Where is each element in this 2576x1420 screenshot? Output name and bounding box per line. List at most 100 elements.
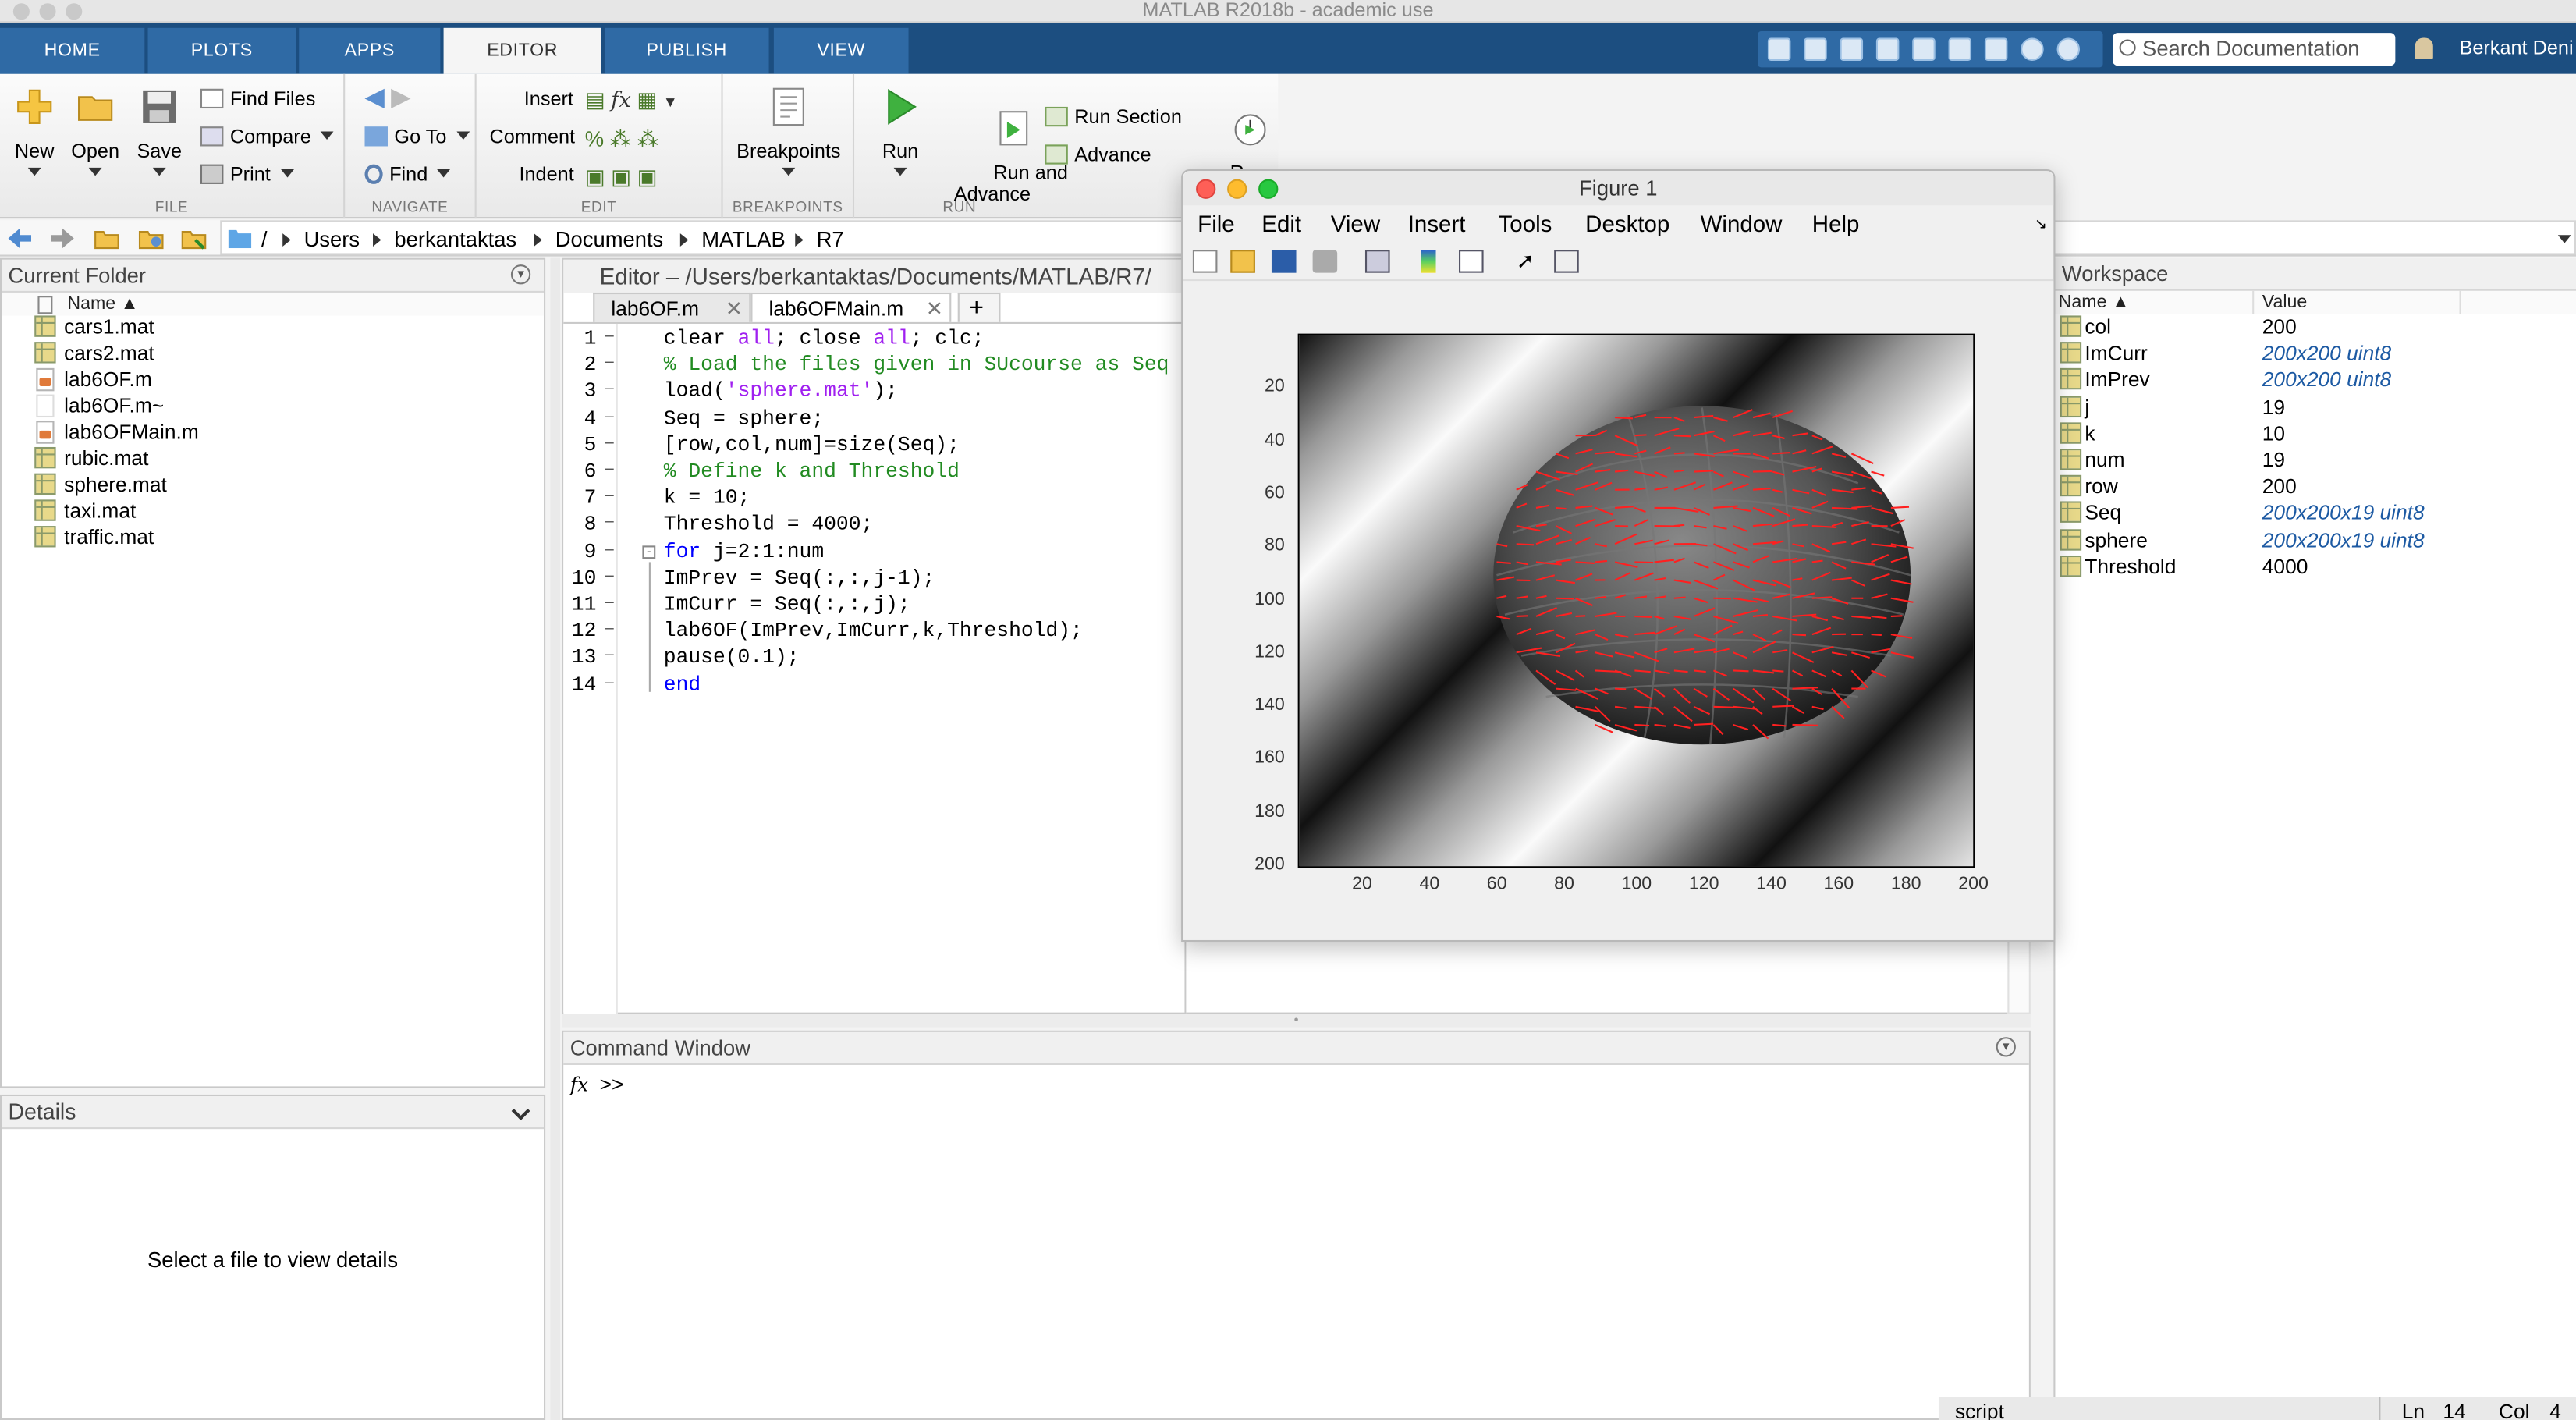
path-field[interactable]: / Users berkantaktas Documents MATLAB R7: [220, 220, 1183, 255]
list-item[interactable]: traffic.mat: [34, 524, 154, 551]
close-tab-icon[interactable]: ✕: [726, 294, 743, 324]
value-column-header[interactable]: Value: [2262, 291, 2308, 314]
breakpoint-marker[interactable]: –: [605, 487, 614, 505]
new-figure-icon[interactable]: [1192, 250, 1218, 273]
path-dropdown-icon[interactable]: [2557, 235, 2571, 243]
forward-icon[interactable]: [49, 227, 76, 250]
breakpoint-marker[interactable]: –: [605, 593, 614, 611]
breakpoint-marker[interactable]: –: [605, 620, 614, 638]
code-line[interactable]: ImPrev = Seq(:,:,j-1);: [664, 565, 935, 591]
save-figure-icon[interactable]: [1271, 250, 1297, 273]
path-r7[interactable]: R7: [817, 227, 844, 254]
workspace-variable-row[interactable]: Seq 200x200x19 uint8: [2055, 500, 2576, 527]
property-inspector-icon[interactable]: [1554, 250, 1579, 273]
menu-desktop[interactable]: Desktop: [1585, 205, 1669, 241]
tab-publish[interactable]: PUBLISH: [604, 27, 769, 74]
editor-splitter[interactable]: •: [562, 1014, 2031, 1028]
tab-apps[interactable]: APPS: [299, 27, 441, 74]
workspace-variable-row[interactable]: k 10: [2055, 421, 2576, 447]
indent-button[interactable]: Indent: [519, 161, 573, 187]
menu-view[interactable]: View: [1331, 205, 1380, 241]
details-title[interactable]: Details: [2, 1096, 545, 1130]
panel-actions-icon[interactable]: ▾: [510, 264, 531, 285]
insert-button[interactable]: Insert: [524, 86, 573, 112]
breakpoint-marker[interactable]: –: [605, 460, 614, 478]
code-line[interactable]: clear all; close all; clc;: [664, 325, 985, 352]
open-button[interactable]: Open: [66, 87, 125, 176]
code-line[interactable]: Threshold = 4000;: [664, 512, 874, 538]
open-file-icon[interactable]: [1230, 250, 1255, 273]
save-button[interactable]: Save: [131, 87, 187, 176]
link-plot-icon[interactable]: [1364, 250, 1390, 273]
code-fold-icon[interactable]: -: [642, 544, 656, 559]
menu-tools[interactable]: Tools: [1499, 205, 1552, 241]
edit-plot-pointer-icon[interactable]: ➚: [1517, 249, 1542, 272]
path-documents[interactable]: Documents: [555, 227, 663, 254]
menu-help[interactable]: Help: [1812, 205, 1860, 241]
breakpoint-marker[interactable]: –: [605, 540, 614, 558]
path-field-extension[interactable]: [2053, 220, 2576, 255]
list-item[interactable]: lab6OFMain.m: [36, 419, 199, 446]
menu-file[interactable]: File: [1198, 205, 1235, 241]
redo-icon[interactable]: [1948, 37, 1972, 61]
list-item[interactable]: cars2.mat: [34, 340, 154, 367]
paste-icon[interactable]: [1875, 37, 1900, 61]
run-section-button[interactable]: Run Section: [1045, 104, 1182, 130]
close-figure-icon[interactable]: [1196, 179, 1216, 199]
print-button[interactable]: Print: [200, 161, 294, 187]
list-item[interactable]: taxi.mat: [34, 498, 136, 524]
menu-insert[interactable]: Insert: [1408, 205, 1466, 241]
workspace-variable-row[interactable]: ImPrev 200x200 uint8: [2055, 367, 2576, 394]
breakpoint-marker[interactable]: –: [605, 353, 614, 371]
add-tab-button[interactable]: +: [957, 292, 1001, 322]
list-item[interactable]: sphere.mat: [34, 472, 167, 499]
find-files-button[interactable]: Find Files: [200, 86, 315, 112]
path-users[interactable]: Users: [304, 227, 360, 254]
cut-icon[interactable]: [1804, 37, 1827, 61]
command-input-area[interactable]: fx >>: [563, 1064, 2029, 1418]
breakpoint-marker[interactable]: –: [605, 673, 614, 691]
menu-window[interactable]: Window: [1701, 205, 1783, 241]
breakpoint-marker[interactable]: –: [605, 513, 614, 531]
options-icon[interactable]: [2056, 37, 2081, 61]
workspace-variable-row[interactable]: col 200: [2055, 314, 2576, 340]
code-line[interactable]: for j=2:1:num: [664, 538, 824, 565]
workspace-variable-row[interactable]: j 19: [2055, 394, 2576, 421]
code-line[interactable]: lab6OF(ImPrev,ImCurr,k,Threshold);: [664, 618, 1083, 644]
indent-icons[interactable]: ▣ ▣ ▣: [585, 165, 678, 191]
find-folder-icon[interactable]: [181, 225, 208, 250]
tab-plots[interactable]: PLOTS: [147, 27, 296, 74]
breakpoint-marker[interactable]: –: [605, 407, 614, 425]
workspace-variable-row[interactable]: row 200: [2055, 474, 2576, 500]
list-item[interactable]: cars1.mat: [34, 314, 154, 340]
back-forward-buttons[interactable]: [364, 86, 417, 112]
minimize-figure-icon[interactable]: [1227, 179, 1247, 199]
switch-windows-icon[interactable]: [1984, 37, 2008, 61]
menu-edit[interactable]: Edit: [1261, 205, 1301, 241]
code-line[interactable]: Seq = sphere;: [664, 405, 824, 431]
copy-icon[interactable]: [1840, 37, 1864, 61]
back-icon[interactable]: [6, 227, 33, 250]
list-item[interactable]: rubic.mat: [34, 446, 148, 472]
list-item[interactable]: lab6OF.m: [36, 367, 152, 393]
breakpoint-marker[interactable]: –: [605, 327, 614, 345]
code-area[interactable]: 1– clear all; close all; clc; 2–% Load the…: [563, 321, 1185, 1014]
tab-lab6of-m[interactable]: lab6OF.m ✕: [593, 292, 751, 324]
folder-column-header[interactable]: Name ▲: [2, 292, 545, 316]
code-line[interactable]: % Load the files given in SUcourse as Se…: [664, 352, 1169, 378]
close-tab-icon[interactable]: ✕: [926, 294, 943, 324]
breakpoints-button[interactable]: Breakpoints: [736, 87, 841, 176]
compare-button[interactable]: Compare: [200, 123, 335, 150]
comment-icons[interactable]: % ⁂ ⁂: [585, 126, 678, 153]
find-button[interactable]: Find: [364, 161, 451, 187]
dock-figure-icon[interactable]: ↘: [2035, 205, 2047, 241]
path-root[interactable]: /: [261, 227, 268, 254]
breakpoint-marker[interactable]: –: [605, 647, 614, 665]
list-item[interactable]: lab6OF.m~: [36, 392, 164, 419]
path-berkantaktas[interactable]: berkantaktas: [394, 227, 516, 254]
go-to-button[interactable]: Go To: [364, 123, 470, 150]
insert-icons[interactable]: ▤ fx ▦ ▼: [585, 87, 678, 115]
print-figure-icon[interactable]: [1312, 250, 1338, 273]
code-line[interactable]: ImCurr = Seq(:,:,j);: [664, 591, 910, 618]
workspace-variable-row[interactable]: sphere 200x200x19 uint8: [2055, 527, 2576, 553]
